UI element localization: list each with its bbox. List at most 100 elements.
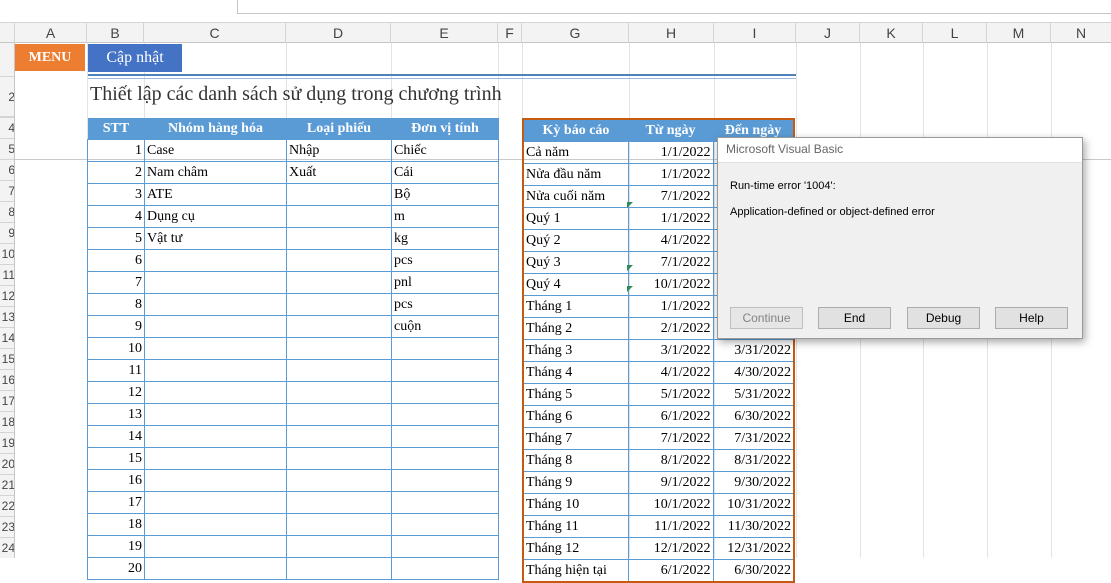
table-cell[interactable]: Nửa đầu năm xyxy=(522,163,629,186)
table-cell[interactable]: Tháng 5 xyxy=(522,383,629,406)
table-cell[interactable]: 6/1/2022 xyxy=(627,405,714,428)
table-cell[interactable] xyxy=(286,205,392,228)
table-cell[interactable]: 20 xyxy=(87,557,145,580)
table-cell[interactable]: Case xyxy=(144,139,287,162)
row-header[interactable]: 14 xyxy=(0,328,14,349)
column-header-h[interactable]: H xyxy=(629,23,714,43)
table-cell[interactable] xyxy=(286,513,392,536)
row-header[interactable]: 4 xyxy=(0,118,14,139)
table-cell[interactable]: 1/1/2022 xyxy=(627,295,714,318)
table-cell[interactable]: Tháng 12 xyxy=(522,537,629,560)
table-cell[interactable]: 8/1/2022 xyxy=(627,449,714,472)
table-cell[interactable]: 9/30/2022 xyxy=(712,471,795,494)
table-cell[interactable] xyxy=(286,381,392,404)
table-cell[interactable]: Tháng 9 xyxy=(522,471,629,494)
table-cell[interactable] xyxy=(286,425,392,448)
table-cell[interactable] xyxy=(286,359,392,382)
table-cell[interactable]: Dụng cụ xyxy=(144,205,287,228)
select-all-corner[interactable] xyxy=(0,23,15,43)
row-header[interactable]: 21 xyxy=(0,475,14,496)
table-cell[interactable]: Bộ xyxy=(391,183,499,206)
header-product-group[interactable]: Nhóm hàng hóa xyxy=(144,118,287,140)
table-cell[interactable]: 4/1/2022 xyxy=(627,229,714,252)
continue-button[interactable]: Continue xyxy=(730,307,803,329)
table-cell[interactable]: 8 xyxy=(87,293,145,316)
table-cell[interactable]: Chiếc xyxy=(391,139,499,162)
table-cell[interactable] xyxy=(286,535,392,558)
header-report-period[interactable]: Kỳ báo cáo xyxy=(523,119,628,142)
table-cell[interactable] xyxy=(286,491,392,514)
table-cell[interactable]: Quý 1 xyxy=(522,207,629,230)
table-cell[interactable] xyxy=(391,381,499,404)
table-cell[interactable] xyxy=(391,359,499,382)
table-cell[interactable]: Nhập xyxy=(286,139,392,162)
column-header-j[interactable]: J xyxy=(796,23,860,43)
table-cell[interactable] xyxy=(391,557,499,580)
table-cell[interactable] xyxy=(286,447,392,470)
table-cell[interactable] xyxy=(144,513,287,536)
row-header[interactable]: 18 xyxy=(0,412,14,433)
row-header[interactable]: 17 xyxy=(0,391,14,412)
row-header[interactable]: 13 xyxy=(0,307,14,328)
table-cell[interactable] xyxy=(286,293,392,316)
table-cell[interactable]: 13 xyxy=(87,403,145,426)
table-cell[interactable]: 7/1/2022 xyxy=(627,427,714,450)
row-header[interactable]: 15 xyxy=(0,349,14,370)
column-header-f[interactable]: F xyxy=(498,23,522,43)
table-cell[interactable]: 15 xyxy=(87,447,145,470)
table-cell[interactable] xyxy=(144,271,287,294)
table-cell[interactable]: 1/1/2022 xyxy=(627,207,714,230)
table-cell[interactable]: 4/1/2022 xyxy=(627,361,714,384)
table-cell[interactable]: 6/30/2022 xyxy=(712,559,795,583)
table-cell[interactable]: 3/31/2022 xyxy=(712,339,795,362)
table-cell[interactable] xyxy=(391,425,499,448)
row-header[interactable]: 22 xyxy=(0,496,14,517)
table-cell[interactable] xyxy=(286,183,392,206)
table-cell[interactable]: pcs xyxy=(391,249,499,272)
column-header-i[interactable]: I xyxy=(714,23,796,43)
column-header-k[interactable]: K xyxy=(860,23,923,43)
table-cell[interactable]: 11 xyxy=(87,359,145,382)
table-cell[interactable]: 3/1/2022 xyxy=(627,339,714,362)
table-cell[interactable]: Tháng 11 xyxy=(522,515,629,538)
column-header-d[interactable]: D xyxy=(286,23,391,43)
table-cell[interactable]: 1/1/2022 xyxy=(627,163,714,186)
row-header[interactable]: 23 xyxy=(0,517,14,538)
table-cell[interactable]: 10/1/2022 xyxy=(627,273,714,296)
table-cell[interactable]: 11/1/2022 xyxy=(627,515,714,538)
table-cell[interactable] xyxy=(391,337,499,360)
table-cell[interactable] xyxy=(286,557,392,580)
table-cell[interactable]: kg xyxy=(391,227,499,250)
table-cell[interactable]: 16 xyxy=(87,469,145,492)
table-cell[interactable]: 12/31/2022 xyxy=(712,537,795,560)
table-cell[interactable]: m xyxy=(391,205,499,228)
debug-button[interactable]: Debug xyxy=(907,307,980,329)
table-cell[interactable] xyxy=(286,337,392,360)
column-header-b[interactable]: B xyxy=(87,23,144,43)
row-header[interactable]: 7 xyxy=(0,181,14,202)
table-cell[interactable]: pnl xyxy=(391,271,499,294)
table-cell[interactable] xyxy=(286,271,392,294)
table-cell[interactable] xyxy=(144,403,287,426)
formula-input[interactable] xyxy=(237,0,1111,14)
header-unit[interactable]: Đơn vị tính xyxy=(391,118,499,140)
table-cell[interactable] xyxy=(144,469,287,492)
table-cell[interactable]: 10/31/2022 xyxy=(712,493,795,516)
table-cell[interactable] xyxy=(391,469,499,492)
table-cell[interactable] xyxy=(144,315,287,338)
column-header-g[interactable]: G xyxy=(522,23,629,43)
table-cell[interactable]: Tháng 6 xyxy=(522,405,629,428)
table-cell[interactable]: 5/1/2022 xyxy=(627,383,714,406)
table-cell[interactable] xyxy=(286,227,392,250)
column-header-c[interactable]: C xyxy=(144,23,286,43)
table-cell[interactable]: 14 xyxy=(87,425,145,448)
table-cell[interactable]: 1/1/2022 xyxy=(627,141,714,164)
table-cell[interactable]: 6 xyxy=(87,249,145,272)
table-cell[interactable] xyxy=(391,535,499,558)
header-stt[interactable]: STT xyxy=(87,118,145,140)
update-button[interactable]: Cập nhật xyxy=(88,44,182,72)
table-cell[interactable] xyxy=(144,293,287,316)
table-cell[interactable]: Quý 2 xyxy=(522,229,629,252)
table-cell[interactable]: 4/30/2022 xyxy=(712,361,795,384)
table-cell[interactable]: Tháng 1 xyxy=(522,295,629,318)
